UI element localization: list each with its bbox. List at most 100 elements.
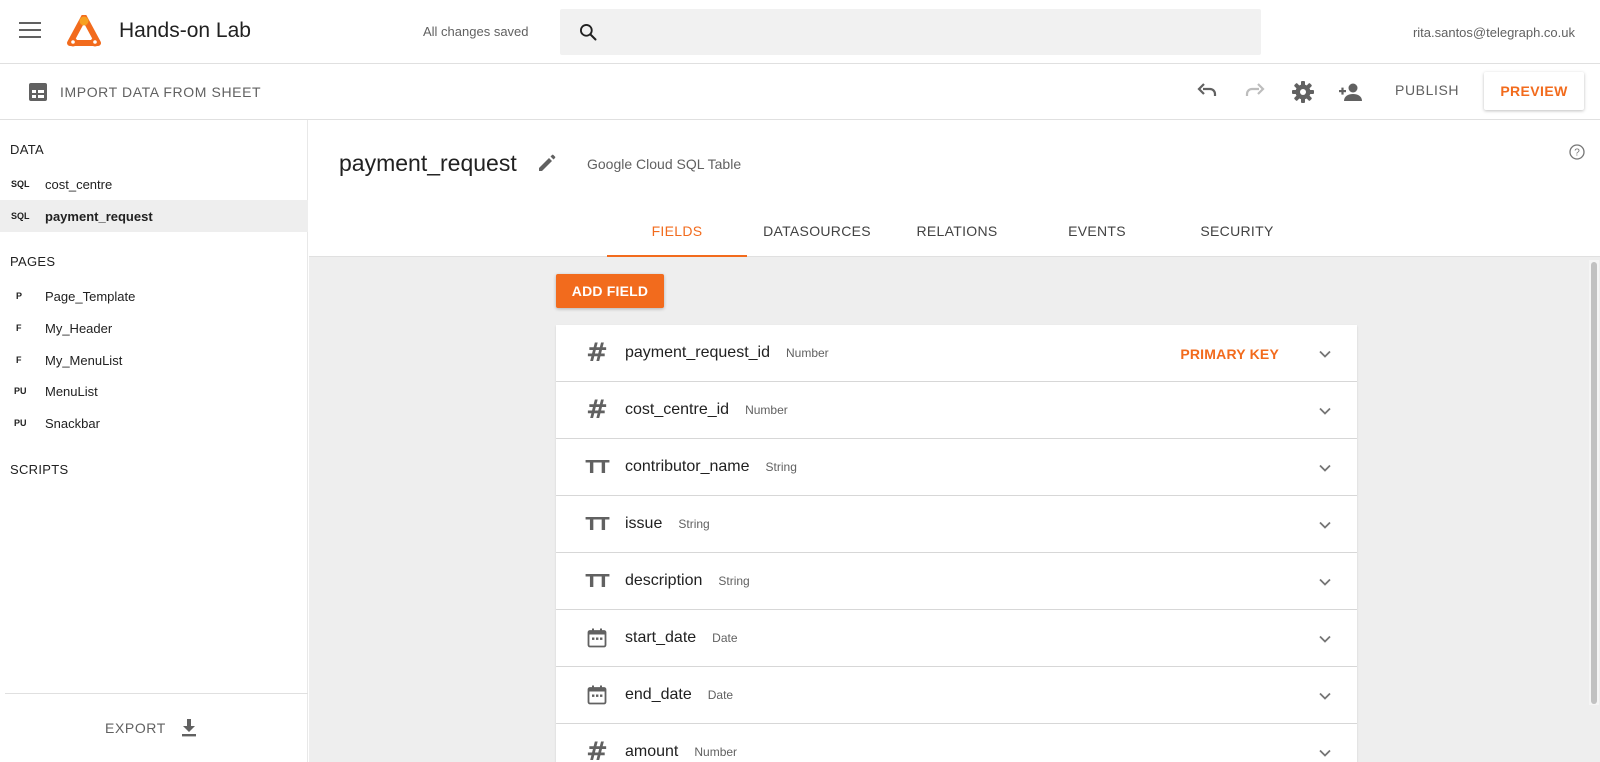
hash-icon: #: [586, 737, 608, 762]
field-row[interactable]: # amount Number: [556, 724, 1357, 762]
calendar-icon: [585, 683, 609, 707]
hash-icon: #: [586, 395, 608, 425]
field-type: Number: [785, 346, 829, 360]
sql-badge: SQL: [11, 179, 30, 189]
scripts-section-title[interactable]: SCRIPTS: [10, 462, 68, 477]
field-row[interactable]: TT contributor_name String: [556, 439, 1357, 496]
field-row[interactable]: TT description String: [556, 553, 1357, 610]
sidebar-item-snackbar[interactable]: PU Snackbar: [0, 407, 308, 439]
field-row[interactable]: TT issue String: [556, 496, 1357, 553]
sidebar-item-label: Snackbar: [45, 415, 100, 431]
sidebar-item-my-menulist[interactable]: F My_MenuList: [0, 344, 308, 376]
sidebar-divider: [5, 693, 308, 694]
app-title: Hands-on Lab: [119, 19, 251, 42]
hamburger-menu-icon[interactable]: [19, 22, 41, 42]
undo-icon[interactable]: [1194, 79, 1220, 105]
fragment-badge: F: [16, 355, 22, 365]
field-row[interactable]: end_date Date: [556, 667, 1357, 724]
chevron-down-icon[interactable]: [1318, 347, 1332, 361]
text-type-icon: TT: [585, 513, 610, 535]
sidebar-item-label: payment_request: [45, 208, 153, 224]
export-button[interactable]: EXPORT: [105, 718, 198, 738]
field-name: amount: [625, 743, 679, 760]
tab-security[interactable]: SECURITY: [1167, 209, 1307, 257]
sidebar: DATA SQL cost_centre SQL payment_request…: [0, 120, 308, 762]
add-field-button[interactable]: ADD FIELD: [556, 274, 664, 308]
chevron-down-icon[interactable]: [1318, 632, 1332, 646]
model-header: payment_request Google Cloud SQL Table ?…: [309, 120, 1600, 257]
page-badge: P: [16, 291, 23, 301]
sidebar-item-label: My_MenuList: [45, 352, 123, 368]
field-name: description: [625, 572, 703, 589]
import-data-button[interactable]: IMPORT DATA FROM SHEET: [28, 80, 261, 104]
tab-relations[interactable]: RELATIONS: [887, 209, 1027, 257]
help-icon[interactable]: ?: [1569, 144, 1585, 160]
table-icon: [29, 83, 47, 101]
publish-button[interactable]: PUBLISH: [1395, 82, 1459, 98]
model-title: payment_request: [339, 150, 517, 176]
sidebar-item-label: MenuList: [45, 383, 98, 399]
text-type-icon: TT: [585, 456, 610, 478]
import-data-label: IMPORT DATA FROM SHEET: [60, 84, 262, 100]
field-name: cost_centre_id: [625, 401, 730, 418]
sidebar-item-cost-centre[interactable]: SQL cost_centre: [0, 168, 308, 200]
sidebar-item-label: My_Header: [45, 320, 113, 336]
field-name: start_date: [625, 629, 697, 646]
field-name: end_date: [625, 686, 692, 703]
search-icon[interactable]: [578, 22, 598, 42]
tab-fields[interactable]: FIELDS: [607, 209, 747, 257]
field-row[interactable]: # payment_request_id Number PRIMARY KEY: [556, 325, 1357, 382]
sidebar-item-menulist[interactable]: PU MenuList: [0, 375, 308, 407]
vertical-scrollbar[interactable]: [1589, 260, 1599, 705]
text-type-icon: TT: [585, 570, 610, 592]
field-type: String: [765, 460, 797, 474]
popup-badge: PU: [14, 418, 27, 428]
chevron-down-icon[interactable]: [1318, 461, 1332, 475]
chevron-down-icon[interactable]: [1318, 518, 1332, 532]
edit-pencil-icon[interactable]: [537, 153, 557, 173]
model-type: Google Cloud SQL Table: [587, 156, 742, 172]
search-input[interactable]: [560, 9, 1261, 55]
redo-icon[interactable]: [1242, 79, 1268, 105]
tab-events[interactable]: EVENTS: [1027, 209, 1167, 257]
calendar-icon: [585, 626, 609, 650]
field-type: String: [678, 517, 710, 531]
chevron-down-icon[interactable]: [1318, 404, 1332, 418]
share-add-person-icon[interactable]: [1338, 79, 1364, 105]
sidebar-item-payment-request[interactable]: SQL payment_request: [0, 200, 308, 232]
download-icon: [181, 719, 196, 737]
save-status: All changes saved: [423, 24, 529, 39]
settings-gear-icon[interactable]: [1290, 79, 1316, 105]
chevron-down-icon[interactable]: [1318, 575, 1332, 589]
sidebar-item-page-template[interactable]: P Page_Template: [0, 280, 308, 312]
tab-datasources[interactable]: DATASOURCES: [747, 209, 887, 257]
primary-key-label: PRIMARY KEY: [1180, 346, 1279, 362]
scrollbar-thumb[interactable]: [1591, 262, 1597, 704]
field-type: Date: [707, 688, 734, 702]
svg-text:?: ?: [1574, 148, 1580, 159]
popup-badge: PU: [14, 386, 27, 396]
fields-panel: ADD FIELD # payment_request_id Number PRI…: [309, 257, 1600, 762]
preview-button[interactable]: PREVIEW: [1484, 72, 1584, 110]
field-type: Number: [745, 403, 788, 417]
data-section-title: DATA: [10, 142, 44, 157]
field-name: payment_request_id: [625, 344, 770, 361]
chevron-down-icon[interactable]: [1318, 689, 1332, 703]
app-maker-logo: [67, 15, 101, 47]
hash-icon: #: [586, 338, 608, 368]
field-row[interactable]: # cost_centre_id Number: [556, 382, 1357, 439]
sidebar-item-label: cost_centre: [45, 176, 113, 192]
fragment-badge: F: [16, 323, 22, 333]
sql-badge: SQL: [11, 211, 30, 221]
export-label: EXPORT: [105, 720, 166, 736]
chevron-down-icon[interactable]: [1318, 746, 1332, 760]
field-name: issue: [625, 515, 663, 532]
sidebar-item-my-header[interactable]: F My_Header: [0, 312, 308, 344]
field-type: Number: [694, 745, 738, 759]
user-email[interactable]: rita.santos@telegraph.co.uk: [1413, 25, 1575, 40]
top-bar: Hands-on Lab All changes saved rita.sant…: [0, 0, 1600, 64]
field-name: contributor_name: [625, 458, 750, 475]
pages-section-title: PAGES: [10, 254, 56, 269]
field-row[interactable]: start_date Date: [556, 610, 1357, 667]
field-type: String: [718, 574, 750, 588]
